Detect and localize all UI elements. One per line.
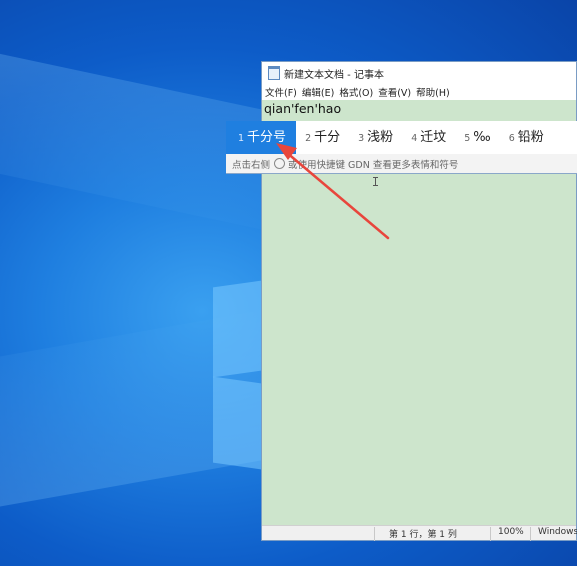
annotation-arrow xyxy=(276,143,390,240)
